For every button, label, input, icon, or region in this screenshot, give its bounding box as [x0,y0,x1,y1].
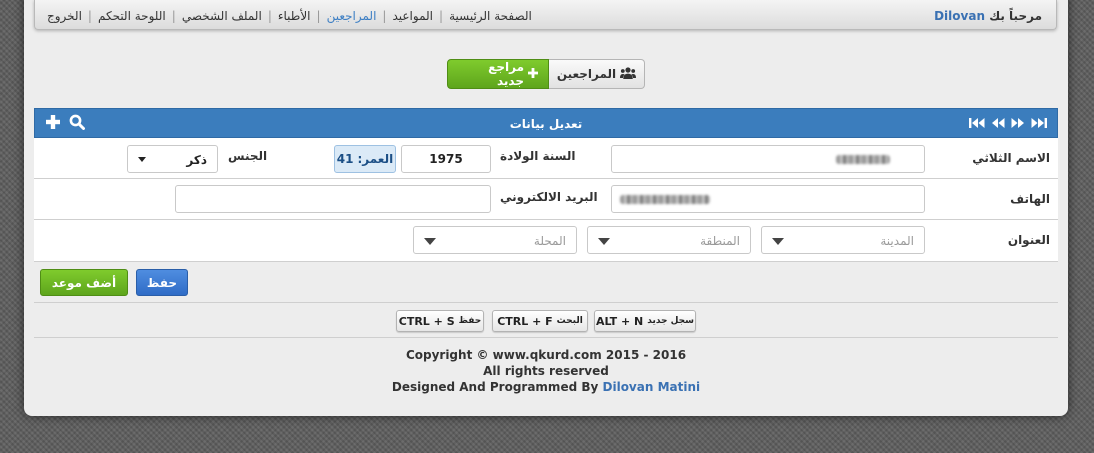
chevron-down-icon [772,238,784,245]
age-label: العمر: [357,152,394,166]
previous-record-icon[interactable] [991,117,1005,132]
birth-year-input[interactable]: 1975 [401,145,491,173]
chevron-down-icon [598,238,610,245]
top-navbar: مرحباً بك Dilovan الصفحة الرئيسية|المواع… [34,0,1057,30]
age-display: العمر: 41 [334,145,396,173]
welcome-text: مرحباً بك Dilovan [934,9,1042,23]
city-placeholder: المدينة [880,234,914,248]
patients-button-group: مراجع جديد المراجعين [447,59,645,89]
city-select[interactable]: المدينة [761,226,925,254]
birth-year-label: السنة الولادة [500,149,576,163]
rights-text: All rights reserved [483,364,609,378]
blurred-phone-text [620,195,710,204]
form-actions: حفظ أضف موعد [34,262,1058,303]
phone-input[interactable] [611,185,925,213]
patients-list-button[interactable]: المراجعين [549,59,645,89]
panel-header: تعديل بيانات [34,108,1058,138]
form-row-address: العنوان المدينة المنطقة المحلة [34,220,1058,262]
save-button[interactable]: حفظ [136,269,188,296]
full-name-label: الاسم الثلاثي [972,151,1050,165]
chevron-down-icon [138,157,146,162]
new-patient-button[interactable]: مراجع جديد [447,59,549,89]
age-value: 41 [336,152,354,166]
gender-value: ذكر [186,153,207,167]
welcome-prefix: مرحباً بك [989,9,1042,23]
locality-placeholder: المحلة [533,234,566,248]
full-name-input[interactable] [611,145,925,173]
region-select[interactable]: المنطقة [587,226,751,254]
email-label: البريد الالكتروني [500,190,598,204]
footer: Copyright © www.qkurd.com 2015 - 2016 Al… [24,347,1068,395]
nav-profile[interactable]: الملف الشخصي [182,9,262,23]
shortcut-save: CTRL + S حفظ [396,310,484,332]
nav-logout[interactable]: الخروج [47,9,82,23]
shortcut-new-record: ALT + N سجل جديد [594,310,696,332]
gender-label: الجنس [228,149,268,163]
main-nav: الصفحة الرئيسية|المواعيد|المراجعين|الأطب… [47,9,532,23]
next-record-icon[interactable] [1011,117,1025,132]
panel-title: تعديل بيانات [509,117,583,131]
nav-doctors[interactable]: الأطباء [278,9,311,23]
nav-appointments[interactable]: المواعيد [392,9,433,23]
locality-select[interactable]: المحلة [413,226,577,254]
add-appointment-button[interactable]: أضف موعد [40,269,128,296]
page-container: مرحباً بك Dilovan الصفحة الرئيسية|المواع… [24,0,1068,416]
gender-select[interactable]: ذكر [127,145,218,173]
region-placeholder: المنطقة [700,234,740,248]
author-link[interactable]: Dilovan Matini [603,380,701,394]
users-icon [620,66,637,82]
email-input[interactable] [175,185,491,213]
edit-patient-panel: تعديل بيانات الاسم الثلاثي السنة الولادة… [34,108,1058,338]
new-patient-label: مراجع جديد [488,60,524,88]
phone-label: الهاتف [1010,192,1050,206]
keyboard-shortcuts: ALT + N سجل جديد CTRL + F البحث CTRL + S… [34,303,1058,338]
nav-control-panel[interactable]: اللوحة التحكم [98,9,166,23]
first-record-icon[interactable] [969,117,985,132]
form-row-name: الاسم الثلاثي السنة الولادة 1975 العمر: … [34,138,1058,179]
chevron-down-icon [424,238,436,245]
blurred-name-text [836,155,890,164]
shortcut-search: CTRL + F البحث [492,310,588,332]
patients-list-label: المراجعين [556,67,617,81]
username[interactable]: Dilovan [934,9,985,23]
credits-text: Designed And Programmed By Dilovan Matin… [24,379,1068,395]
address-label: العنوان [1007,233,1050,247]
form-row-contact: الهاتف البريد الالكتروني [34,179,1058,220]
nav-home[interactable]: الصفحة الرئيسية [449,9,532,23]
nav-patients[interactable]: المراجعين [327,9,377,23]
last-record-icon[interactable] [1031,117,1047,132]
copyright-text: Copyright © www.qkurd.com 2015 - 2016 [405,348,687,362]
credits-prefix: Designed And Programmed By [391,380,599,394]
record-navigation [969,117,1047,132]
plus-icon [528,67,538,81]
